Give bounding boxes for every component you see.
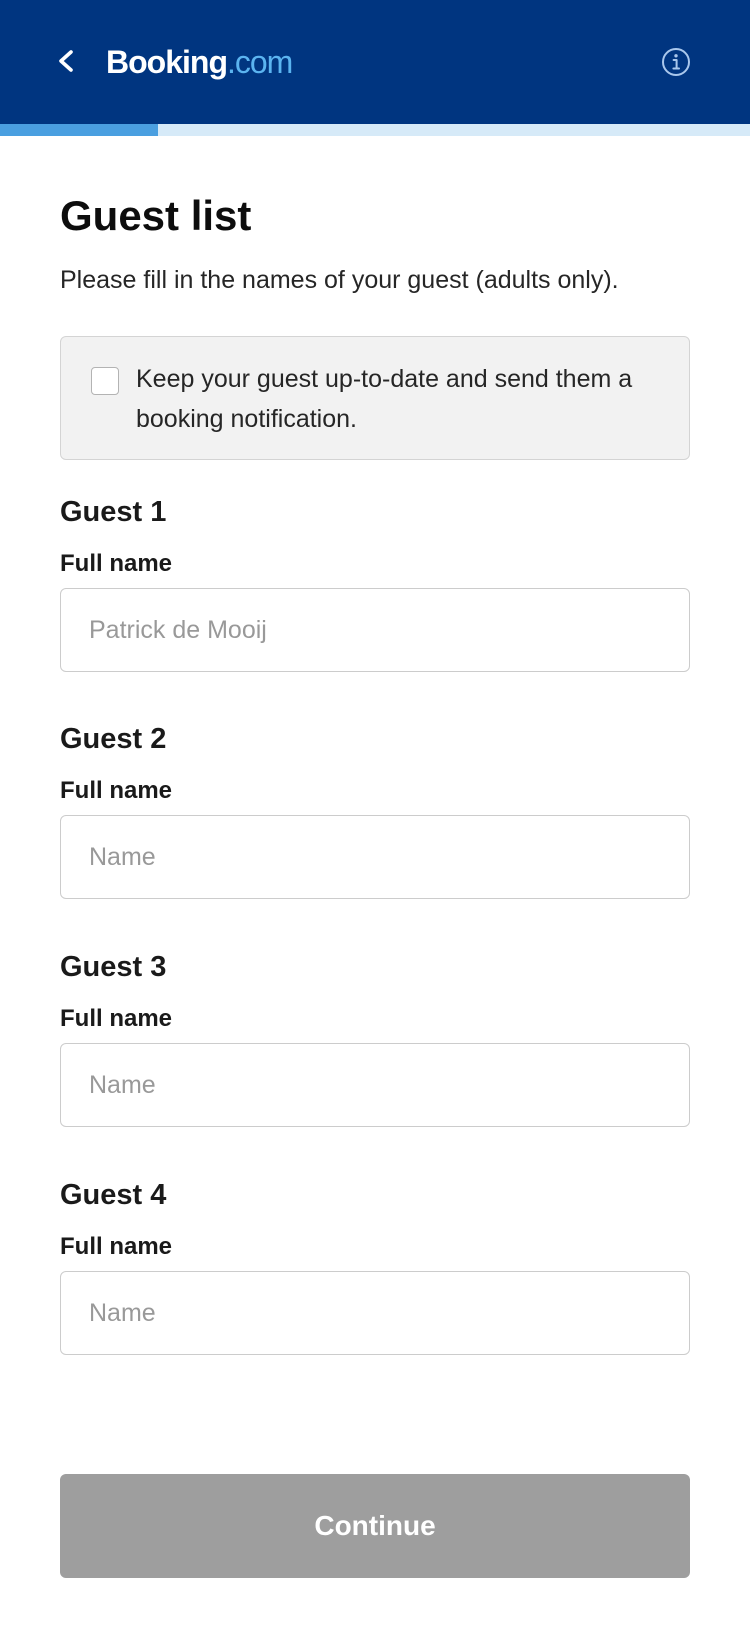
guest-heading: Guest 1 (60, 496, 167, 528)
guest-section-4: Guest 4 Full name (60, 1175, 690, 1365)
guest-section-2: Guest 2 Full name (60, 719, 690, 909)
full-name-label: Full name (60, 777, 173, 804)
notification-text: Keep your guest up-to-date and send them… (136, 365, 633, 433)
continue-button[interactable]: Continue (60, 1474, 690, 1578)
back-button[interactable] (50, 44, 84, 78)
guest-1-name-input[interactable] (60, 588, 690, 672)
chevron-left-icon (59, 50, 73, 72)
info-button[interactable] (660, 46, 692, 78)
guest-4-name-input[interactable] (60, 1271, 690, 1355)
logo-main: Booking (106, 44, 228, 80)
guest-2-name-input[interactable] (60, 815, 690, 899)
guest-3-name-input[interactable] (60, 1043, 690, 1127)
progress-bar-fill (0, 124, 158, 136)
guest-heading: Guest 3 (60, 951, 167, 983)
guest-heading: Guest 2 (60, 723, 167, 755)
full-name-label: Full name (60, 1233, 173, 1260)
logo-suffix: .com (226, 44, 293, 80)
app-header: Booking.com (0, 0, 750, 124)
notification-option: Keep your guest up-to-date and send them… (60, 336, 690, 460)
page-title: Guest list (60, 192, 252, 239)
page-subtitle: Please fill in the names of your guest (… (60, 266, 619, 294)
progress-bar (0, 124, 750, 136)
guest-section-3: Guest 3 Full name (60, 947, 690, 1137)
full-name-label: Full name (60, 550, 173, 577)
booking-logo: Booking.com (106, 40, 293, 84)
guest-section-1: Guest 1 Full name (60, 492, 690, 682)
info-icon (662, 48, 690, 76)
guest-heading: Guest 4 (60, 1179, 167, 1211)
notification-checkbox[interactable] (91, 367, 119, 395)
full-name-label: Full name (60, 1005, 173, 1032)
